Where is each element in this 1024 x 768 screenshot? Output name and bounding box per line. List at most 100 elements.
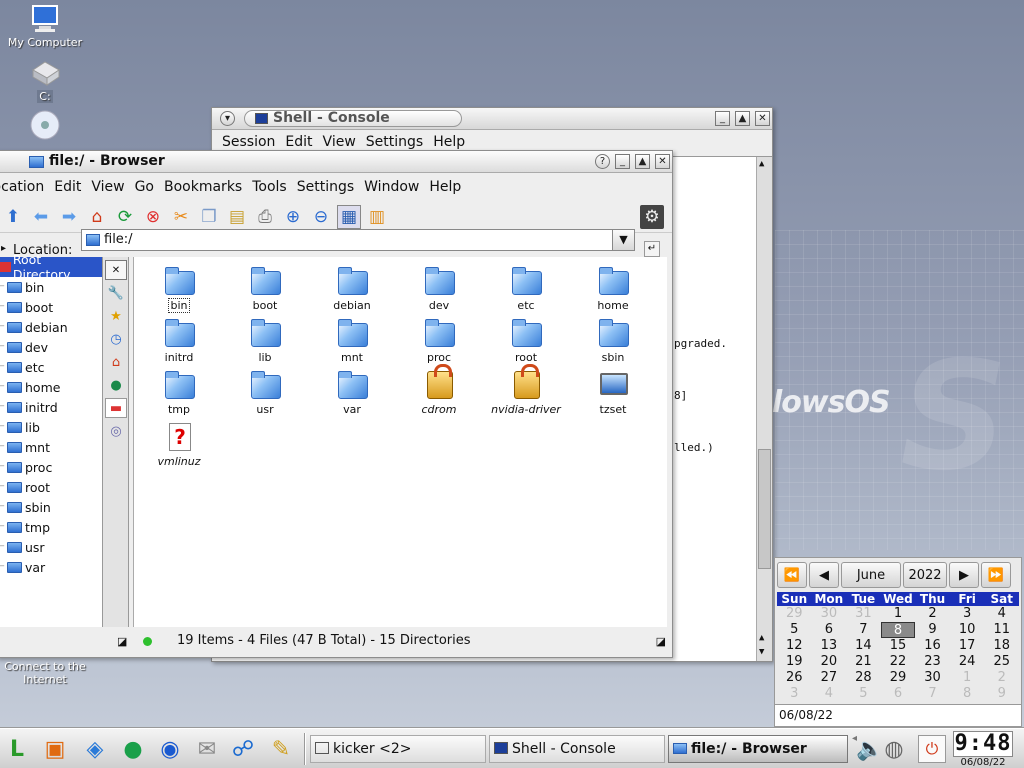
services-icon[interactable]: ◎ <box>105 421 127 441</box>
next-year-icon[interactable]: ⏩ <box>981 562 1011 588</box>
calendar-day[interactable]: 7 <box>915 686 950 702</box>
file-item[interactable]: usr <box>224 369 306 416</box>
gear-icon[interactable]: ⚙ <box>640 204 664 229</box>
menu-edit[interactable]: Edit <box>54 179 81 195</box>
calendar-day[interactable]: 15 <box>881 638 916 654</box>
file-item[interactable]: bin <box>138 265 220 313</box>
paste-icon[interactable]: ▤ <box>225 205 249 229</box>
calendar-day[interactable]: 3 <box>950 606 985 622</box>
help-button[interactable]: ? <box>595 154 610 169</box>
zoom-out-icon[interactable]: ⊖ <box>309 205 333 229</box>
file-item[interactable]: ? vmlinuz <box>138 421 220 468</box>
location-input[interactable]: file:/ ▼ <box>81 229 635 251</box>
prev-year-icon[interactable]: ⏪ <box>777 562 807 588</box>
calendar-day[interactable]: 8 <box>950 686 985 702</box>
calendar-day[interactable]: 23 <box>915 654 950 670</box>
history-clock-icon[interactable]: ◷ <box>105 329 127 349</box>
calendar-day[interactable]: 21 <box>846 654 881 670</box>
calendar-day[interactable]: 30 <box>812 606 847 622</box>
next-month-icon[interactable]: ▶ <box>949 562 979 588</box>
calendar-day[interactable]: 9 <box>915 622 950 638</box>
minimize-button[interactable]: _ <box>715 111 730 126</box>
menu-settings[interactable]: Settings <box>297 179 354 195</box>
tree-item[interactable]: ⊢ boot <box>0 297 102 317</box>
calendar-day[interactable]: 25 <box>984 654 1019 670</box>
calendar-day[interactable]: 26 <box>777 670 812 686</box>
globe-icon[interactable]: ◉ <box>155 734 185 764</box>
desktop-icon-connect-internet[interactable]: Connect to the Internet <box>0 660 90 686</box>
file-item[interactable]: var <box>311 369 393 416</box>
copy-icon[interactable]: ❐ <box>197 205 221 229</box>
browser-window[interactable]: file:/ - Browser ? _ ▲ ✕ Location Edit V… <box>0 150 673 658</box>
detail-view-icon[interactable]: ▥ <box>365 205 389 229</box>
reload-icon[interactable]: ⟳ <box>113 205 137 229</box>
desktop-icon-cdrom[interactable] <box>0 110 90 142</box>
tree-item[interactable]: ⊢ usr <box>0 537 102 557</box>
root-folder-icon[interactable]: ▬ <box>105 398 127 418</box>
task-file-browser[interactable]: file:/ - Browser <box>668 735 848 763</box>
menu-view[interactable]: View <box>323 134 356 150</box>
console-titlebar[interactable]: ▾ Shell - Console _ ▲ ✕ <box>212 108 772 130</box>
print-icon[interactable]: ⎙ <box>253 205 277 229</box>
calendar-day[interactable]: 3 <box>777 686 812 702</box>
life-jacket-icon[interactable]: ▣ <box>40 734 70 764</box>
office-icon[interactable]: ✎ <box>266 734 296 764</box>
prev-month-icon[interactable]: ◀ <box>809 562 839 588</box>
menu-help[interactable]: Help <box>433 134 465 150</box>
calendar-day[interactable]: 5 <box>846 686 881 702</box>
calendar-day[interactable]: 19 <box>777 654 812 670</box>
menu-view[interactable]: View <box>91 179 124 195</box>
calendar-day[interactable]: 2 <box>915 606 950 622</box>
user-icon[interactable]: ◍ <box>882 734 906 764</box>
clear-location-icon[interactable]: ▸ <box>1 243 6 254</box>
calendar-day[interactable]: 6 <box>812 622 847 638</box>
stop-icon[interactable]: ⊗ <box>141 205 165 229</box>
tree-item[interactable]: ⊢ var <box>0 557 102 577</box>
menu-edit[interactable]: Edit <box>285 134 312 150</box>
scroll-up-arrow-icon[interactable]: ▲ <box>759 633 764 643</box>
calendar-day[interactable]: 11 <box>984 622 1019 638</box>
maximize-button[interactable]: ▲ <box>635 154 650 169</box>
minimize-button[interactable]: _ <box>615 154 630 169</box>
tree-item[interactable]: ⊢ home <box>0 377 102 397</box>
calendar-day[interactable]: 5 <box>777 622 812 638</box>
up-arrow-icon[interactable]: ⬆ <box>1 205 25 229</box>
menu-go[interactable]: Go <box>135 179 154 195</box>
start-menu-icon[interactable]: L <box>2 734 32 764</box>
tree-item[interactable]: ⊢ etc <box>0 357 102 377</box>
menu-settings[interactable]: Settings <box>366 134 423 150</box>
calendar-day[interactable]: 16 <box>915 638 950 654</box>
calendar-day[interactable]: 7 <box>846 622 881 638</box>
tree-root[interactable]: Root Directory <box>0 252 102 282</box>
calendar-day[interactable]: 9 <box>984 686 1019 702</box>
calendar-day[interactable]: 17 <box>950 638 985 654</box>
directory-tree[interactable]: Root Directory ⊢ bin ⊢ boot ⊢ debian ⊢ dev ⊢ etc ⊢… <box>0 252 103 627</box>
task-shell-console[interactable]: Shell - Console <box>489 735 665 763</box>
file-item[interactable]: home <box>572 265 654 312</box>
console-scrollbar[interactable]: ▲ ▲ ▼ <box>756 157 772 661</box>
tree-item[interactable]: ⊢ root <box>0 477 102 497</box>
task-kicker[interactable]: kicker <2> <box>310 735 486 763</box>
zoom-in-icon[interactable]: ⊕ <box>281 205 305 229</box>
scroll-down-arrow-icon[interactable]: ▼ <box>759 647 764 657</box>
calendar-day[interactable]: 13 <box>812 638 847 654</box>
volume-icon[interactable]: 🔈 <box>856 734 883 764</box>
calendar-day[interactable]: 28 <box>846 670 881 686</box>
calendar-day[interactable]: 1 <box>950 670 985 686</box>
calendar-day[interactable]: 12 <box>777 638 812 654</box>
bookmark-star-icon[interactable]: ★ <box>105 306 127 326</box>
home-icon[interactable]: ⌂ <box>105 352 127 372</box>
tree-item[interactable]: ⊢ mnt <box>0 437 102 457</box>
back-arrow-icon[interactable]: ⬅ <box>29 205 53 229</box>
file-item[interactable]: proc <box>398 317 480 364</box>
icon-view-icon[interactable]: ▦ <box>337 204 361 229</box>
location-dropdown-button[interactable]: ▼ <box>612 230 634 250</box>
network-icon[interactable]: ☍ <box>228 734 258 764</box>
calendar-day[interactable]: 30 <box>915 670 950 686</box>
close-button[interactable]: ✕ <box>655 154 670 169</box>
file-item[interactable]: dev <box>398 265 480 312</box>
calendar-day[interactable]: 4 <box>812 686 847 702</box>
desktop-icon-my-computer[interactable]: My Computer <box>0 4 90 49</box>
file-item[interactable]: boot <box>224 265 306 312</box>
menu-session[interactable]: Session <box>222 134 275 150</box>
